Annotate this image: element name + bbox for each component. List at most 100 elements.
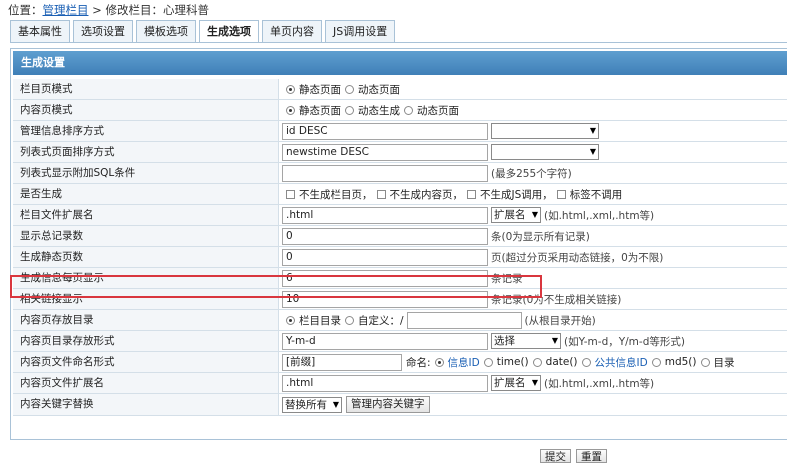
checkbox-no-tag[interactable]: [556, 189, 566, 199]
dir-format-input[interactable]: Y-m-d: [282, 332, 488, 350]
radio-name-public-id[interactable]: [581, 357, 591, 367]
row-list-sort: 列表式页面排序方式 newstime DESC ▼: [13, 142, 787, 163]
submit-button[interactable]: 提交: [540, 449, 571, 463]
row-label: 栏目文件扩展名: [13, 205, 279, 225]
radio-label: 栏目目录: [299, 314, 341, 327]
row-label: 是否生成: [13, 184, 279, 204]
radio-name-dir[interactable]: [700, 357, 710, 367]
row-related: 相关链接显示 10 条记录(0为不生成相关链接): [13, 289, 787, 310]
radio-content-dyngen[interactable]: [345, 105, 354, 115]
hint-text: (如.html,.xml,.htm等): [544, 209, 655, 222]
checkbox-label: 不生成栏目页，: [299, 188, 373, 201]
breadcrumb-link-manage-column[interactable]: 管理栏目: [43, 3, 89, 17]
settings-panel: 生成设置 栏目页模式 静态页面 动态页面 内容页模式 静态页面 动态生成 动态页…: [10, 48, 787, 440]
radio-dir-custom[interactable]: [345, 315, 354, 325]
hint-text: (最多255个字符): [491, 167, 572, 180]
checkbox-no-content[interactable]: [376, 189, 386, 199]
row-label: 相关链接显示: [13, 289, 279, 309]
radio-label: 静态页面: [299, 104, 341, 117]
row-total: 显示总记录数 0 条(0为显示所有记录): [13, 226, 787, 247]
manage-sort-select[interactable]: ▼: [491, 123, 599, 139]
checkbox-no-js[interactable]: [467, 189, 476, 199]
hint-text: 条(0为显示所有记录): [491, 230, 590, 243]
naming-label: 命名:: [406, 356, 431, 369]
list-ext-select[interactable]: 扩展名 ▼: [491, 207, 541, 223]
radio-content-static[interactable]: [286, 105, 295, 115]
row-content-mode: 内容页模式 静态页面 动态生成 动态页面: [13, 100, 787, 121]
row-label: 列表式显示附加SQL条件: [13, 163, 279, 183]
custom-dir-input[interactable]: [406, 311, 522, 329]
row-generate: 是否生成 不生成栏目页， 不生成内容页， 不生成JS调用， 标签不调用: [13, 184, 787, 205]
related-input[interactable]: 10: [282, 290, 488, 308]
radio-list-static[interactable]: [286, 84, 295, 94]
form-actions: 提交 重置: [540, 449, 607, 463]
radio-label: 动态页面: [358, 83, 400, 96]
radio-label: 动态页面: [417, 104, 459, 117]
row-content-name: 内容页文件命名形式 [前缀] 命名: 信息ID time() date() 公共…: [13, 352, 787, 373]
chevron-down-icon: ▼: [332, 399, 339, 409]
select-value: 选择: [494, 335, 515, 347]
tab-single-page[interactable]: 单页内容: [262, 20, 322, 42]
static-pages-input[interactable]: 0: [282, 248, 488, 266]
list-sort-input[interactable]: newstime DESC: [282, 143, 488, 161]
tab-template[interactable]: 模板选项: [136, 20, 196, 42]
radio-label: 静态页面: [299, 83, 341, 96]
radio-label: 自定义：/: [358, 314, 404, 327]
list-sql-input[interactable]: [282, 164, 488, 182]
tab-bar: 基本属性 选项设置 模板选项 生成选项 单页内容 JS调用设置: [10, 20, 398, 43]
tab-generate[interactable]: 生成选项: [199, 20, 259, 43]
row-label: 生成信息每页显示: [13, 268, 279, 288]
checkbox-no-list[interactable]: [286, 189, 295, 199]
select-value: 扩展名: [494, 377, 526, 389]
tab-js-settings[interactable]: JS调用设置: [325, 20, 396, 42]
list-sort-select[interactable]: ▼: [491, 144, 599, 160]
row-label: 显示总记录数: [13, 226, 279, 246]
dir-format-select[interactable]: 选择 ▼: [491, 333, 561, 349]
checkbox-label: 标签不调用: [569, 188, 623, 201]
radio-name-id[interactable]: [434, 357, 444, 367]
hint-text: (从根目录开始): [524, 314, 596, 327]
hint-text: 页(超过分页采用动态链接，0为不限): [491, 251, 664, 264]
tab-options[interactable]: 选项设置: [73, 20, 133, 42]
content-ext-input[interactable]: .html: [282, 374, 488, 392]
total-input[interactable]: 0: [282, 227, 488, 245]
radio-dir-column[interactable]: [286, 315, 295, 325]
content-ext-select[interactable]: 扩展名 ▼: [491, 375, 541, 391]
row-label: 列表式页面排序方式: [13, 142, 279, 162]
select-value: 扩展名: [494, 209, 526, 221]
hint-text: (如Y-m-d，Y/m-d等形式): [564, 335, 685, 348]
hint-text: 条记录(0为不生成相关链接): [491, 293, 622, 306]
per-page-input[interactable]: 6: [282, 269, 488, 287]
radio-label: md5(): [664, 356, 697, 368]
reset-button[interactable]: 重置: [576, 449, 607, 463]
row-static-pages: 生成静态页数 0 页(超过分页采用动态链接，0为不限): [13, 247, 787, 268]
radio-name-date[interactable]: [532, 357, 542, 367]
radio-label: time(): [496, 356, 529, 368]
hint-text: 条记录: [491, 272, 523, 285]
row-list-sql: 列表式显示附加SQL条件 (最多255个字符): [13, 163, 787, 184]
radio-content-dynamic[interactable]: [404, 105, 413, 115]
row-content-dir-format: 内容页目录存放形式 Y-m-d 选择 ▼ (如Y-m-d，Y/m-d等形式): [13, 331, 787, 352]
row-label: 内容关键字替换: [13, 394, 279, 415]
manage-sort-input[interactable]: id DESC: [282, 122, 488, 140]
manage-keywords-button[interactable]: 管理内容关键字: [346, 396, 430, 413]
row-list-mode: 栏目页模式 静态页面 动态页面: [13, 79, 787, 100]
list-ext-input[interactable]: .html: [282, 206, 488, 224]
row-content-ext: 内容页文件扩展名 .html 扩展名 ▼ (如.html,.xml,.htm等): [13, 373, 787, 394]
select-value: 替换所有: [285, 398, 327, 411]
chevron-down-icon: ▼: [531, 210, 538, 219]
section-title: 生成设置: [13, 51, 787, 75]
chevron-down-icon: ▼: [589, 126, 596, 135]
row-label: 内容页存放目录: [13, 310, 279, 330]
tab-basic[interactable]: 基本属性: [10, 20, 70, 42]
breadcrumb: 位置：管理栏目 > 修改栏目：心理科普: [8, 2, 209, 18]
hint-text: (如.html,.xml,.htm等): [544, 377, 655, 390]
row-label: 内容页目录存放形式: [13, 331, 279, 351]
filename-prefix-input[interactable]: [前缀]: [282, 353, 402, 371]
radio-name-time[interactable]: [483, 357, 493, 367]
keyword-replace-select[interactable]: 替换所有 ▼: [282, 396, 342, 413]
radio-name-md5[interactable]: [651, 357, 661, 367]
chevron-down-icon: ▼: [551, 336, 558, 345]
radio-list-dynamic[interactable]: [345, 84, 354, 94]
row-content-dir: 内容页存放目录 栏目目录 自定义：/ (从根目录开始): [13, 310, 787, 331]
